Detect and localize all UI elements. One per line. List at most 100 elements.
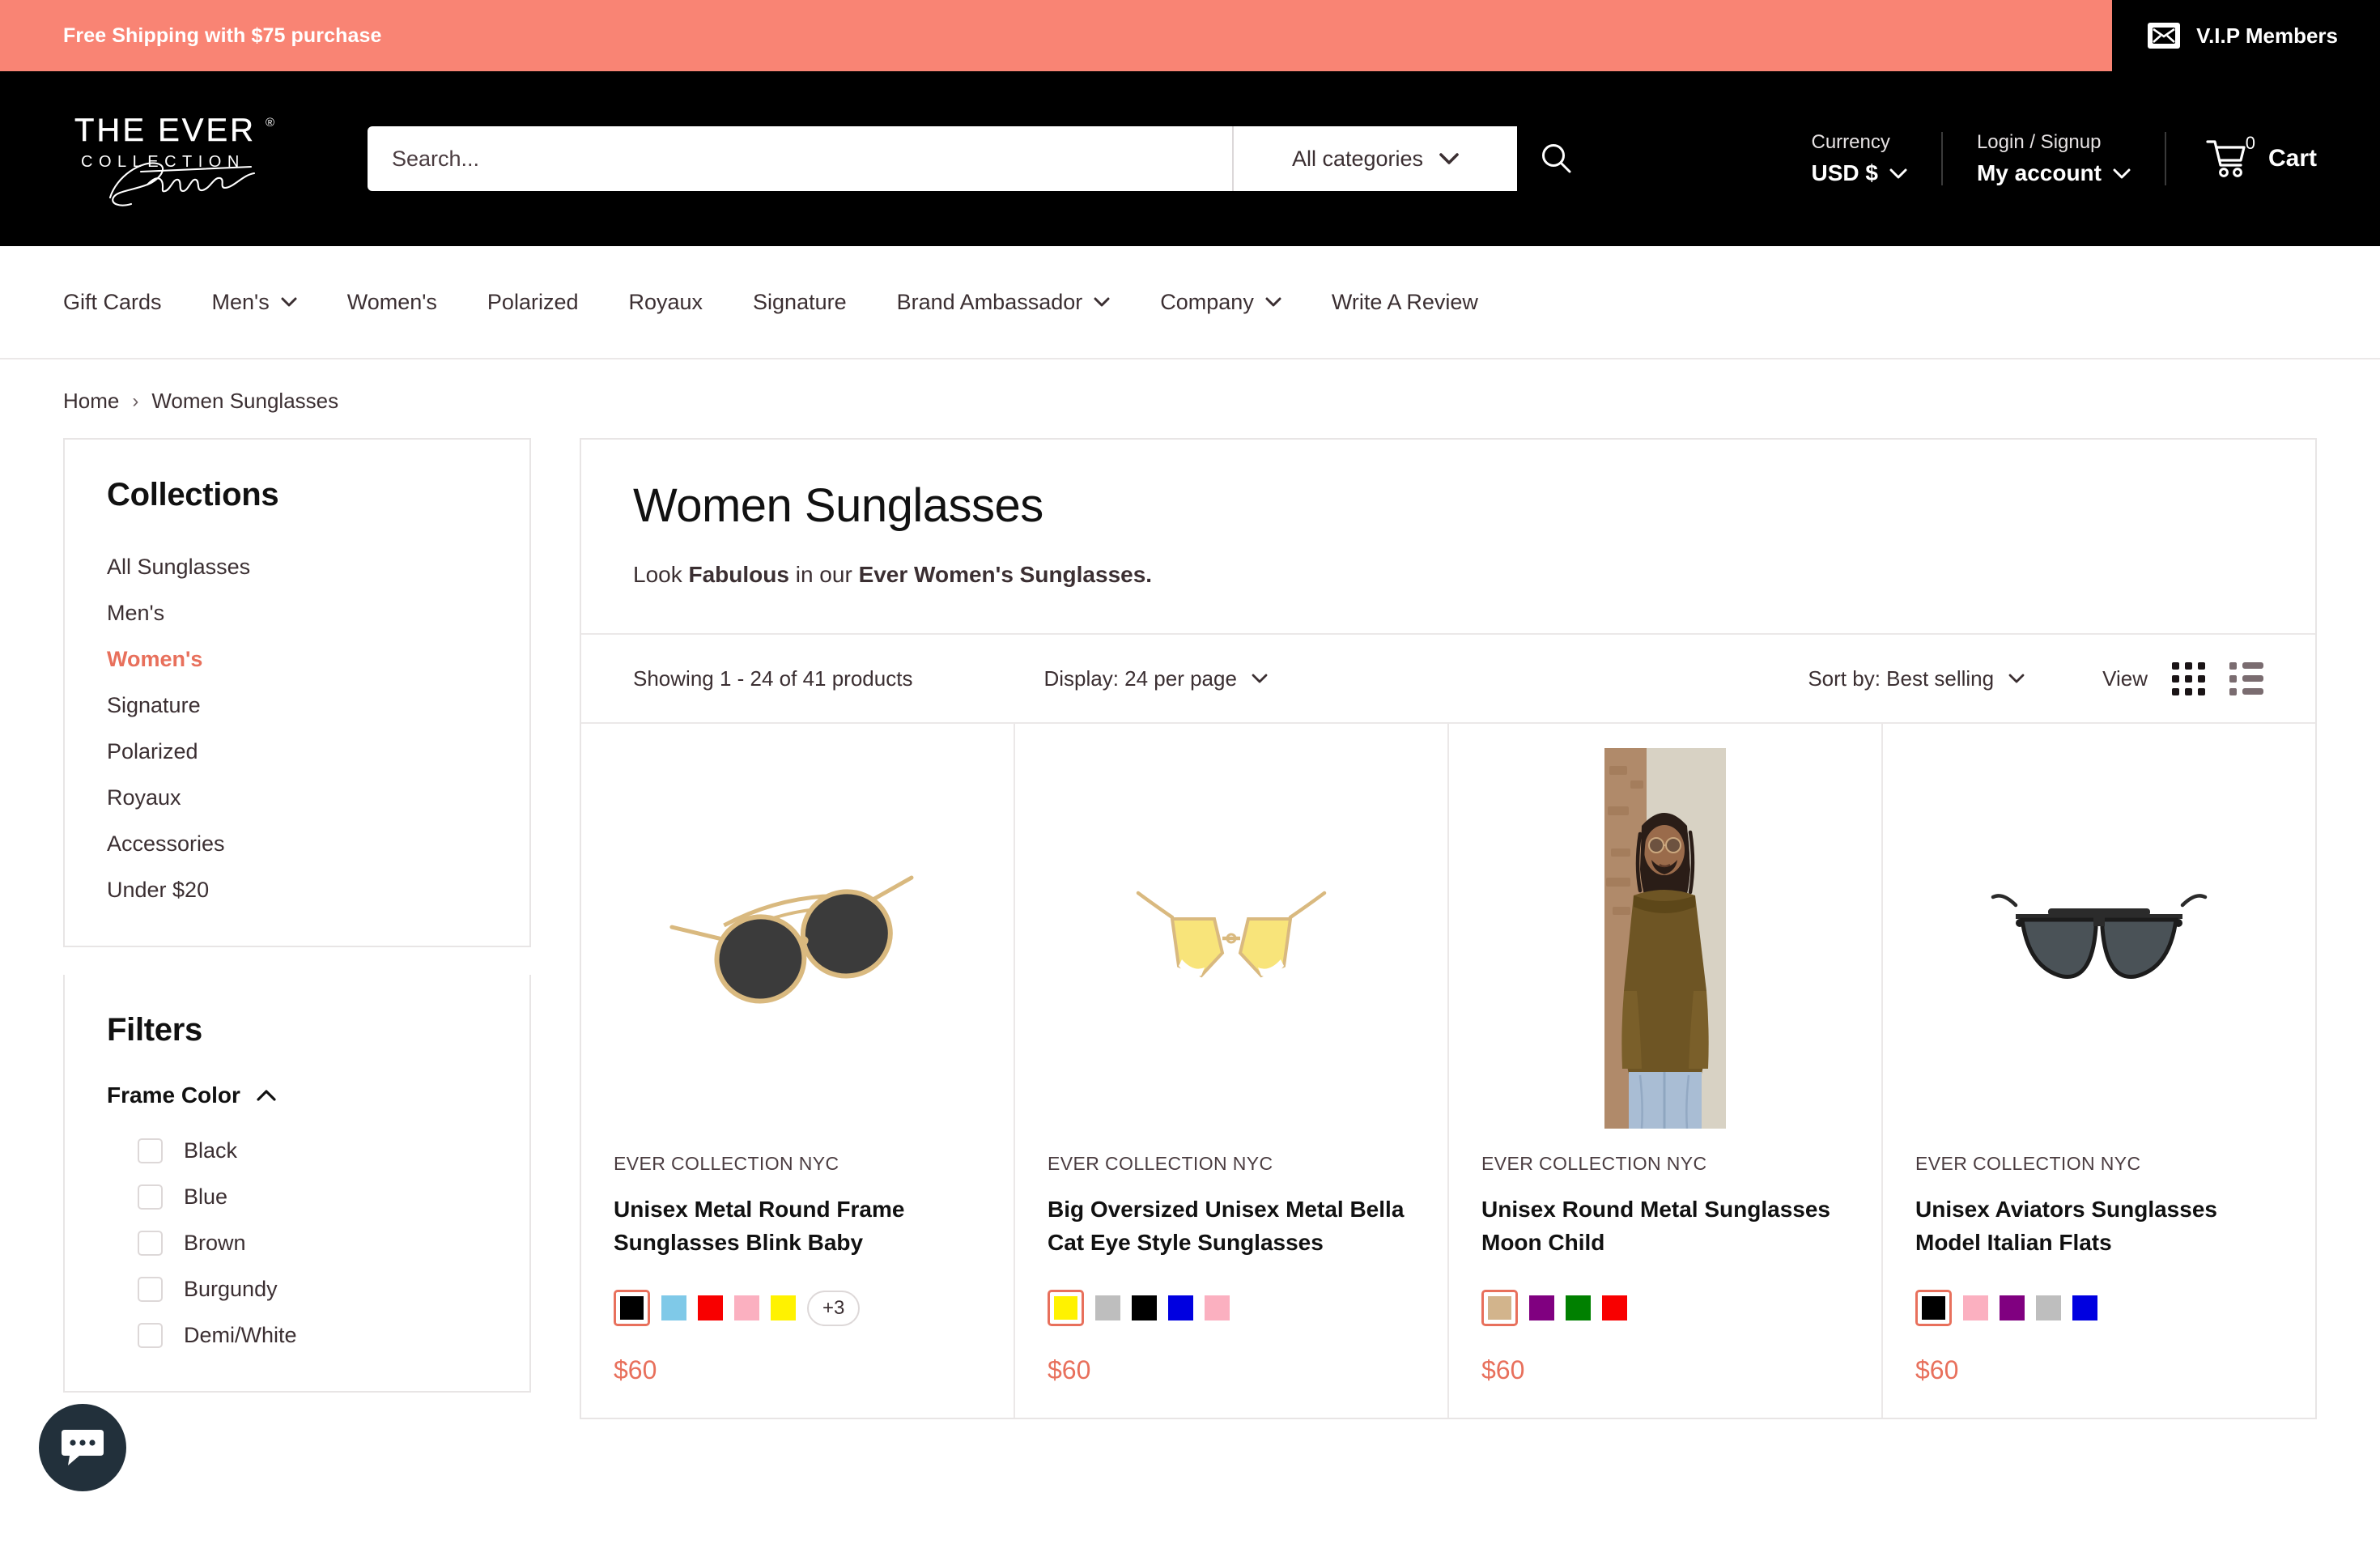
nav-item-mens[interactable]: Men's xyxy=(187,290,322,315)
swatch-more-button[interactable]: +3 xyxy=(807,1291,860,1326)
product-card[interactable]: EVER COLLECTION NYC Unisex Aviators Sung… xyxy=(1883,724,2315,1418)
currency-selector[interactable]: Currency USD $ xyxy=(1777,131,1940,186)
nav-item-signature[interactable]: Signature xyxy=(728,290,872,315)
filter-option-demi-white[interactable]: Demi/White xyxy=(138,1312,487,1359)
sidebar-item-signature[interactable]: Signature xyxy=(107,683,487,729)
swatch-red[interactable] xyxy=(1602,1295,1627,1320)
swatch-selected[interactable] xyxy=(1048,1290,1084,1326)
product-card[interactable]: EVER COLLECTION NYC Unisex Round Metal S… xyxy=(1449,724,1883,1418)
nav-item-royaux[interactable]: Royaux xyxy=(603,290,728,315)
cart-button[interactable]: 0 Cart xyxy=(2166,138,2317,180)
swatch-pink[interactable] xyxy=(1205,1295,1230,1320)
category-select[interactable]: All categories xyxy=(1234,126,1517,191)
swatch-pink[interactable] xyxy=(734,1295,759,1320)
product-grid: EVER COLLECTION NYC Unisex Metal Round F… xyxy=(581,724,2315,1418)
currency-label: Currency xyxy=(1811,131,1906,154)
svg-text:THE EVER: THE EVER xyxy=(74,113,256,148)
display-per-page-select[interactable]: Display: 24 per page xyxy=(1043,666,1267,691)
gold-frame-yellow-lens-cat-eye-sunglasses-icon xyxy=(1098,857,1365,1019)
sidebar-item-under-20[interactable]: Under $20 xyxy=(107,867,487,913)
product-title[interactable]: Unisex Metal Round Frame Sunglasses Blin… xyxy=(614,1193,981,1261)
chevron-down-icon xyxy=(1439,153,1459,165)
nav-item-womens[interactable]: Women's xyxy=(322,290,462,315)
sort-by-select[interactable]: Sort by: Best selling xyxy=(1808,666,2025,691)
product-image-blink-baby[interactable] xyxy=(581,724,1014,1153)
product-price: $60 xyxy=(614,1355,981,1385)
filter-option-blue[interactable]: Blue xyxy=(138,1174,487,1220)
nav-item-gift-cards[interactable]: Gift Cards xyxy=(63,290,187,315)
swatch-blue[interactable] xyxy=(2072,1295,2097,1320)
account-value-row[interactable]: My account xyxy=(1977,160,2131,186)
nav-label: Polarized xyxy=(487,290,579,315)
swatch-red[interactable] xyxy=(698,1295,723,1320)
filter-option-brown[interactable]: Brown xyxy=(138,1220,487,1266)
swatch-green[interactable] xyxy=(1566,1295,1591,1320)
checkbox-demi-white[interactable] xyxy=(138,1323,163,1348)
site-logo[interactable]: THE EVER ® COLLECTION xyxy=(63,104,322,215)
swatch-gray[interactable] xyxy=(1095,1295,1120,1320)
checkbox-blue[interactable] xyxy=(138,1184,163,1210)
gold-frame-dark-lens-round-sunglasses-icon xyxy=(664,857,931,1019)
product-title[interactable]: Big Oversized Unisex Metal Bella Cat Eye… xyxy=(1048,1193,1415,1261)
nav-item-company[interactable]: Company xyxy=(1135,290,1307,315)
product-image-bella-cat-eye[interactable] xyxy=(1015,724,1447,1153)
nav-label: Brand Ambassador xyxy=(897,290,1083,315)
swatch-selected[interactable] xyxy=(1481,1290,1518,1326)
checkbox-black[interactable] xyxy=(138,1138,163,1163)
swatch-yellow[interactable] xyxy=(771,1295,796,1320)
swatch-purple[interactable] xyxy=(1529,1295,1554,1320)
currency-value-row[interactable]: USD $ xyxy=(1811,160,1906,186)
filter-option-label: Black xyxy=(184,1138,237,1163)
breadcrumb: Home › Women Sunglasses xyxy=(0,359,2380,438)
sidebar-item-mens[interactable]: Men's xyxy=(107,590,487,636)
sidebar-item-polarized[interactable]: Polarized xyxy=(107,729,487,775)
account-selector[interactable]: Login / Signup My account xyxy=(1943,131,2165,186)
swatch-selected[interactable] xyxy=(614,1290,650,1326)
list-view-icon[interactable] xyxy=(2229,662,2263,695)
filter-option-black[interactable]: Black xyxy=(138,1128,487,1174)
product-swatches xyxy=(1048,1290,1415,1326)
sidebar-item-royaux[interactable]: Royaux xyxy=(107,775,487,821)
currency-value: USD $ xyxy=(1811,160,1877,186)
product-swatches xyxy=(1481,1290,1849,1326)
page-layout: Collections All Sunglasses Men's Women's… xyxy=(0,438,2380,1419)
nav-item-write-a-review[interactable]: Write A Review xyxy=(1307,290,1503,315)
search-submit-button[interactable] xyxy=(1517,126,1595,191)
product-card[interactable]: EVER COLLECTION NYC Unisex Metal Round F… xyxy=(581,724,1015,1418)
filter-option-burgundy[interactable]: Burgundy xyxy=(138,1266,487,1312)
swatch-gray[interactable] xyxy=(2036,1295,2061,1320)
swatch-purple[interactable] xyxy=(2000,1295,2025,1320)
swatch-pink[interactable] xyxy=(1963,1295,1988,1320)
vip-members-button[interactable]: V.I.P Members xyxy=(2112,0,2380,71)
product-title[interactable]: Unisex Round Metal Sunglasses Moon Child xyxy=(1481,1193,1849,1261)
sidebar-item-all-sunglasses[interactable]: All Sunglasses xyxy=(107,544,487,590)
swatch-lightblue[interactable] xyxy=(661,1295,686,1320)
checkbox-brown[interactable] xyxy=(138,1231,163,1256)
header-utilities: Currency USD $ Login / Signup My account xyxy=(1777,131,2317,186)
page-title: Women Sunglasses xyxy=(633,478,2263,533)
filter-option-label: Burgundy xyxy=(184,1277,278,1302)
product-vendor: EVER COLLECTION NYC xyxy=(614,1153,981,1175)
chat-widget-button[interactable] xyxy=(39,1404,126,1491)
product-price: $60 xyxy=(1481,1355,1849,1385)
checkbox-burgundy[interactable] xyxy=(138,1277,163,1302)
product-card[interactable]: EVER COLLECTION NYC Big Oversized Unisex… xyxy=(1015,724,1449,1418)
envelope-icon xyxy=(2148,23,2180,49)
nav-item-polarized[interactable]: Polarized xyxy=(462,290,604,315)
swatch-selected[interactable] xyxy=(1915,1290,1952,1326)
swatch-black[interactable] xyxy=(1132,1295,1157,1320)
product-title[interactable]: Unisex Aviators Sunglasses Model Italian… xyxy=(1915,1193,2283,1261)
display-per-page-label: Display: 24 per page xyxy=(1043,666,1236,691)
filter-group-frame-color-toggle[interactable]: Frame Color xyxy=(107,1082,487,1108)
logo-graphic: THE EVER ® COLLECTION xyxy=(63,107,322,211)
search-input[interactable] xyxy=(368,126,1232,191)
cart-icon-wrap: 0 xyxy=(2205,138,2250,180)
grid-view-icon[interactable] xyxy=(2172,662,2205,695)
nav-item-brand-ambassador[interactable]: Brand Ambassador xyxy=(872,290,1136,315)
swatch-blue[interactable] xyxy=(1168,1295,1193,1320)
sidebar-item-accessories[interactable]: Accessories xyxy=(107,821,487,867)
product-image-moon-child[interactable] xyxy=(1449,724,1881,1153)
product-image-italian-flats[interactable] xyxy=(1883,724,2315,1153)
sidebar-item-womens[interactable]: Women's xyxy=(107,636,487,683)
breadcrumb-home[interactable]: Home xyxy=(63,389,119,414)
